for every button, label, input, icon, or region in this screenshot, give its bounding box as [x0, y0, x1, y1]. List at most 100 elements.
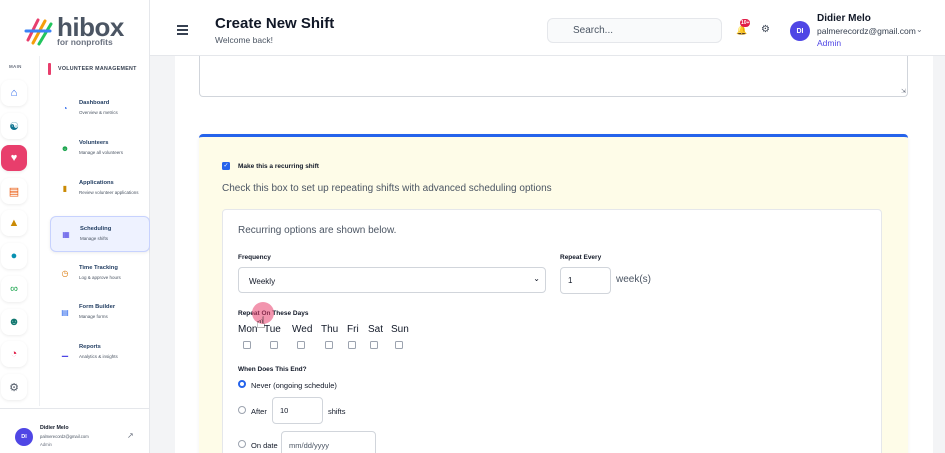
end-after-radio[interactable]	[238, 406, 246, 414]
user-role: Admin	[40, 442, 52, 447]
sidebar-item-label: Scheduling	[80, 226, 112, 232]
frequency-label: Frequency	[238, 254, 271, 261]
home-icon[interactable]: ⌂	[1, 80, 27, 106]
description-textarea[interactable]: ⇲	[199, 56, 908, 97]
sidebar-item-time-tracking[interactable]: ◷ Time Tracking Log & approve hours	[50, 256, 150, 292]
network-icon[interactable]: ∞	[1, 276, 27, 302]
sidebar-item-subtitle: Manage shifts	[80, 236, 109, 241]
sidebar-item-dashboard[interactable]: ◔ Dashboard Overview & metrics	[50, 91, 150, 127]
sidebar-item-reports[interactable]: ▁ Reports Analytics & insights	[50, 335, 150, 371]
brand-logo[interactable]: hibox for nonprofits	[24, 12, 134, 48]
end-date-input[interactable]	[281, 431, 376, 453]
user-email: palmerecordz@gmail.com	[817, 26, 916, 36]
sidebar-item-volunteers[interactable]: ☻ Volunteers Manage all volunteers	[50, 131, 150, 167]
options-intro: Recurring options are shown below.	[238, 225, 397, 236]
sidebar: hibox for nonprofits MAIN ⌂ ☯ ♥ ▤ ▲ ● ∞ …	[0, 0, 150, 453]
end-date-radio[interactable]	[238, 440, 246, 448]
sidebar-item-label: Dashboard	[79, 100, 110, 106]
section-accent-bar	[48, 63, 51, 75]
document-icon: ▤	[61, 308, 69, 317]
day-checkbox-thu[interactable]	[325, 341, 333, 349]
gauge-icon: ◔	[62, 104, 68, 113]
chevron-down-icon[interactable]: ⌄	[916, 25, 923, 34]
gear-icon[interactable]: ⚙	[761, 24, 770, 35]
resize-handle-icon[interactable]: ⇲	[901, 88, 906, 95]
repeat-every-unit: week(s)	[616, 274, 652, 285]
page-subtitle: Welcome back!	[215, 35, 273, 45]
form-panel: ⇲ ✓ Make this a recurring shift Check th…	[175, 56, 933, 453]
user-email: palmerecordz@gmail.com	[40, 434, 89, 439]
org-chart-icon[interactable]: ☯	[1, 113, 27, 139]
rail-label: MAIN	[9, 64, 22, 69]
menu-icon[interactable]	[177, 25, 188, 35]
end-never-label[interactable]: Never (ongoing schedule)	[251, 381, 337, 390]
repeat-every-label: Repeat Every	[560, 254, 602, 261]
end-after-label[interactable]: After	[251, 407, 267, 416]
end-after-unit: shifts	[328, 407, 346, 416]
sidebar-item-subtitle: Review volunteer applications	[79, 190, 139, 195]
user-name: Didier Melo	[40, 425, 69, 431]
sidebar-item-subtitle: Log & approve hours	[79, 275, 121, 280]
frequency-value: Weekly	[249, 277, 276, 286]
recurring-shift-card: ✓ Make this a recurring shift Check this…	[199, 134, 908, 453]
brand-tagline: for nonprofits	[57, 37, 113, 47]
sidebar-item-label: Reports	[79, 344, 101, 350]
sidebar-item-subtitle: Manage all volunteers	[79, 150, 124, 155]
day-checkbox-mon[interactable]	[243, 341, 251, 349]
day-checkbox-tue[interactable]	[270, 341, 278, 349]
hibox-logo-icon	[24, 18, 53, 46]
frequency-select[interactable]: Weekly ⌄	[238, 267, 546, 293]
day-label-sat: Sat	[368, 324, 384, 335]
recurring-checkbox[interactable]: ✓	[222, 162, 230, 170]
sidebar-item-scheduling[interactable]: ▦ Scheduling Manage shifts	[50, 216, 150, 252]
pie-chart-icon[interactable]: ◔	[1, 341, 27, 367]
user-name[interactable]: Didier Melo	[817, 13, 871, 24]
top-header: Create New Shift Welcome back! 🔔 10+ ⚙ D…	[150, 0, 945, 56]
sidebar-item-form-builder[interactable]: ▤ Form Builder Manage forms	[50, 295, 150, 331]
bar-chart-icon: ▁	[61, 348, 69, 357]
settings-icon[interactable]: ⚙	[1, 374, 27, 400]
end-date-label[interactable]: On date	[251, 441, 278, 450]
icon-rail: MAIN ⌂ ☯ ♥ ▤ ▲ ● ∞ ☻ ◔ ⚙	[0, 56, 40, 406]
users-icon: ☻	[60, 144, 70, 153]
avatar[interactable]: DI	[15, 428, 33, 446]
main-content: ⇲ ✓ Make this a recurring shift Check th…	[150, 56, 945, 453]
sidebar-item-label: Volunteers	[79, 140, 109, 146]
search-input[interactable]	[547, 18, 722, 43]
section-title: VOLUNTEER MANAGEMENT	[58, 66, 137, 72]
recurring-checkbox-label[interactable]: Make this a recurring shift	[238, 163, 319, 170]
day-label-wed: Wed	[292, 324, 313, 335]
volunteer-hands-icon[interactable]: ♥	[1, 145, 27, 171]
end-never-radio[interactable]	[238, 380, 246, 388]
day-checkbox-sat[interactable]	[370, 341, 378, 349]
sidebar-item-subtitle: Manage forms	[79, 314, 108, 319]
page-title: Create New Shift	[215, 15, 335, 32]
graduation-cap-icon[interactable]: ▲	[1, 210, 27, 236]
sidebar-item-subtitle: Overview & metrics	[79, 110, 118, 115]
day-checkbox-fri[interactable]	[348, 341, 356, 349]
day-checkbox-wed[interactable]	[297, 341, 305, 349]
sidebar-item-label: Time Tracking	[79, 265, 118, 271]
repeat-every-input[interactable]	[560, 267, 611, 294]
hand-pointer-icon: ☝	[256, 315, 266, 332]
sidebar-item-subtitle: Analytics & insights	[79, 354, 118, 359]
sidebar-item-label: Form Builder	[79, 304, 116, 310]
clock-icon: ◷	[61, 269, 69, 278]
day-checkbox-sun[interactable]	[395, 341, 403, 349]
notification-badge: 10+	[740, 19, 751, 27]
sidebar-user-card: DI Didier Melo palmerecordz@gmail.com Ad…	[0, 408, 150, 453]
book-icon[interactable]: ▤	[1, 178, 27, 204]
sidebar-item-applications[interactable]: ▮ Applications Review volunteer applicat…	[50, 171, 150, 207]
recurring-help-text: Check this box to set up repeating shift…	[222, 183, 552, 194]
avatar[interactable]: DI	[790, 21, 810, 41]
end-label: When Does This End?	[238, 366, 307, 373]
day-label-thu: Thu	[321, 324, 339, 335]
day-label-fri: Fri	[347, 324, 359, 335]
user-role: Admin	[817, 38, 842, 48]
end-after-input[interactable]	[272, 397, 323, 424]
external-link-icon[interactable]: ↗	[127, 431, 134, 440]
globe-icon[interactable]: ●	[1, 243, 27, 269]
users-icon[interactable]: ☻	[1, 309, 27, 335]
recurring-options-panel: Recurring options are shown below. Frequ…	[222, 209, 882, 453]
calendar-icon: ▦	[62, 230, 70, 239]
